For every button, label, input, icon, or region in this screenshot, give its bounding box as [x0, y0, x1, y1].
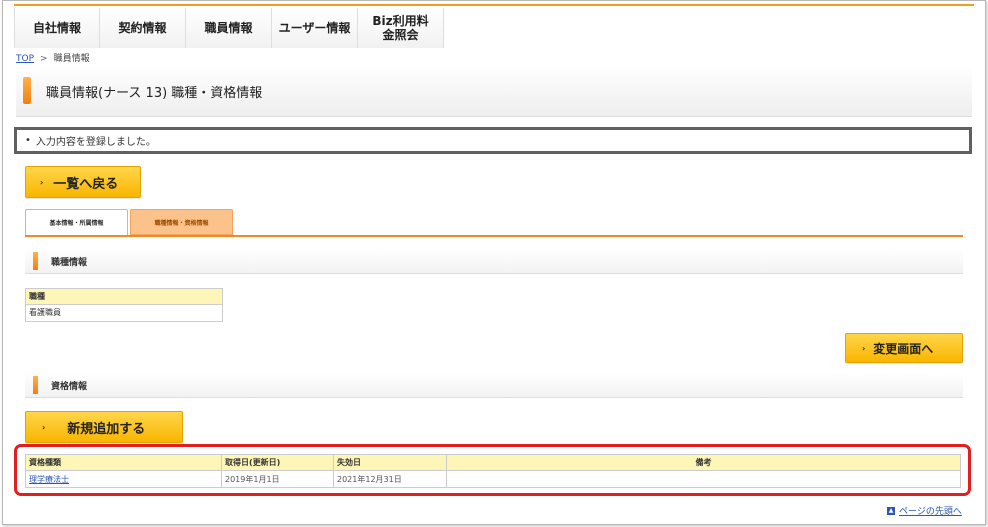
back-to-list-button[interactable]: › 一覧へ戻る: [25, 166, 141, 198]
page-top-link[interactable]: ▲ ページの先頭へ: [887, 504, 962, 517]
column-header: 失効日: [333, 454, 447, 471]
tab-underline: [25, 235, 963, 237]
license-type-link[interactable]: 理学療法士: [29, 475, 69, 484]
go-to-edit-button[interactable]: › 変更画面へ: [845, 333, 963, 363]
job-table-header: 職種: [26, 289, 222, 305]
license-section-header: 資格情報: [25, 373, 963, 398]
nav-company-info[interactable]: 自社情報: [14, 8, 100, 48]
title-accent-bar: [23, 77, 31, 104]
breadcrumb-current: 職員情報: [53, 54, 90, 64]
acquired-date-cell: 2019年1月1日: [221, 470, 334, 488]
tab-job-license-info[interactable]: 職種情報・資格情報: [130, 209, 233, 235]
add-new-button[interactable]: › 新規追加する: [25, 411, 183, 443]
chevron-right-icon: ›: [42, 422, 46, 432]
add-button-label: 新規追加する: [67, 421, 146, 437]
page-title-box: 職員情報(ナース 13) 職種・資格情報: [16, 66, 972, 117]
nav-staff-info[interactable]: 職員情報: [186, 8, 272, 48]
expiry-date-cell: 2021年12月31日: [333, 470, 447, 488]
success-message: • 入力内容を登録しました。: [14, 127, 972, 154]
column-header: 資格種類: [25, 454, 222, 471]
section-accent-bar: [33, 376, 38, 394]
breadcrumb-top-link[interactable]: TOP: [16, 54, 34, 64]
job-table-value: 看護職員: [26, 305, 222, 321]
column-header: 備考: [446, 454, 961, 471]
breadcrumb: TOP > 職員情報: [16, 51, 90, 64]
top-navigation: 自社情報 契約情報 職員情報 ユーザー情報 Biz利用料金照会: [14, 4, 974, 48]
chevron-right-icon: ›: [862, 343, 866, 353]
license-section-title: 資格情報: [51, 382, 88, 392]
license-type-cell: 理学療法士: [25, 470, 222, 488]
page-top-label: ページの先頭へ: [899, 507, 962, 517]
column-header: 取得日(更新日): [221, 454, 334, 471]
nav-bar: 自社情報 契約情報 職員情報 ユーザー情報 Biz利用料金照会: [14, 8, 444, 48]
table-row: 理学療法士 2019年1月1日 2021年12月31日: [25, 470, 961, 488]
change-button-label: 変更画面へ: [873, 341, 934, 356]
message-text: 入力内容を登録しました。: [35, 137, 156, 148]
breadcrumb-separator: >: [40, 54, 48, 64]
license-table-header-row: 資格種類 取得日(更新日) 失効日 備考: [25, 454, 961, 471]
nav-user-info[interactable]: ユーザー情報: [272, 8, 358, 48]
note-cell: [446, 470, 961, 488]
chevron-right-icon: ›: [40, 177, 44, 187]
back-button-label: 一覧へ戻る: [53, 176, 119, 192]
tab-basic-info[interactable]: 基本情報・所属情報: [25, 209, 128, 235]
nav-contract-info[interactable]: 契約情報: [100, 8, 186, 48]
job-table: 職種 看護職員: [25, 288, 223, 322]
job-section-title: 職種情報: [51, 258, 88, 268]
section-accent-bar: [33, 252, 38, 270]
license-table: 資格種類 取得日(更新日) 失効日 備考 理学療法士 2019年1月1日 202…: [25, 454, 961, 488]
nav-biz-fee-inquiry[interactable]: Biz利用料金照会: [358, 8, 444, 48]
arrow-up-icon: ▲: [887, 506, 895, 515]
message-bullet: •: [25, 135, 31, 146]
job-section-header: 職種情報: [25, 249, 963, 274]
page-title: 職員情報(ナース 13) 職種・資格情報: [46, 86, 263, 101]
